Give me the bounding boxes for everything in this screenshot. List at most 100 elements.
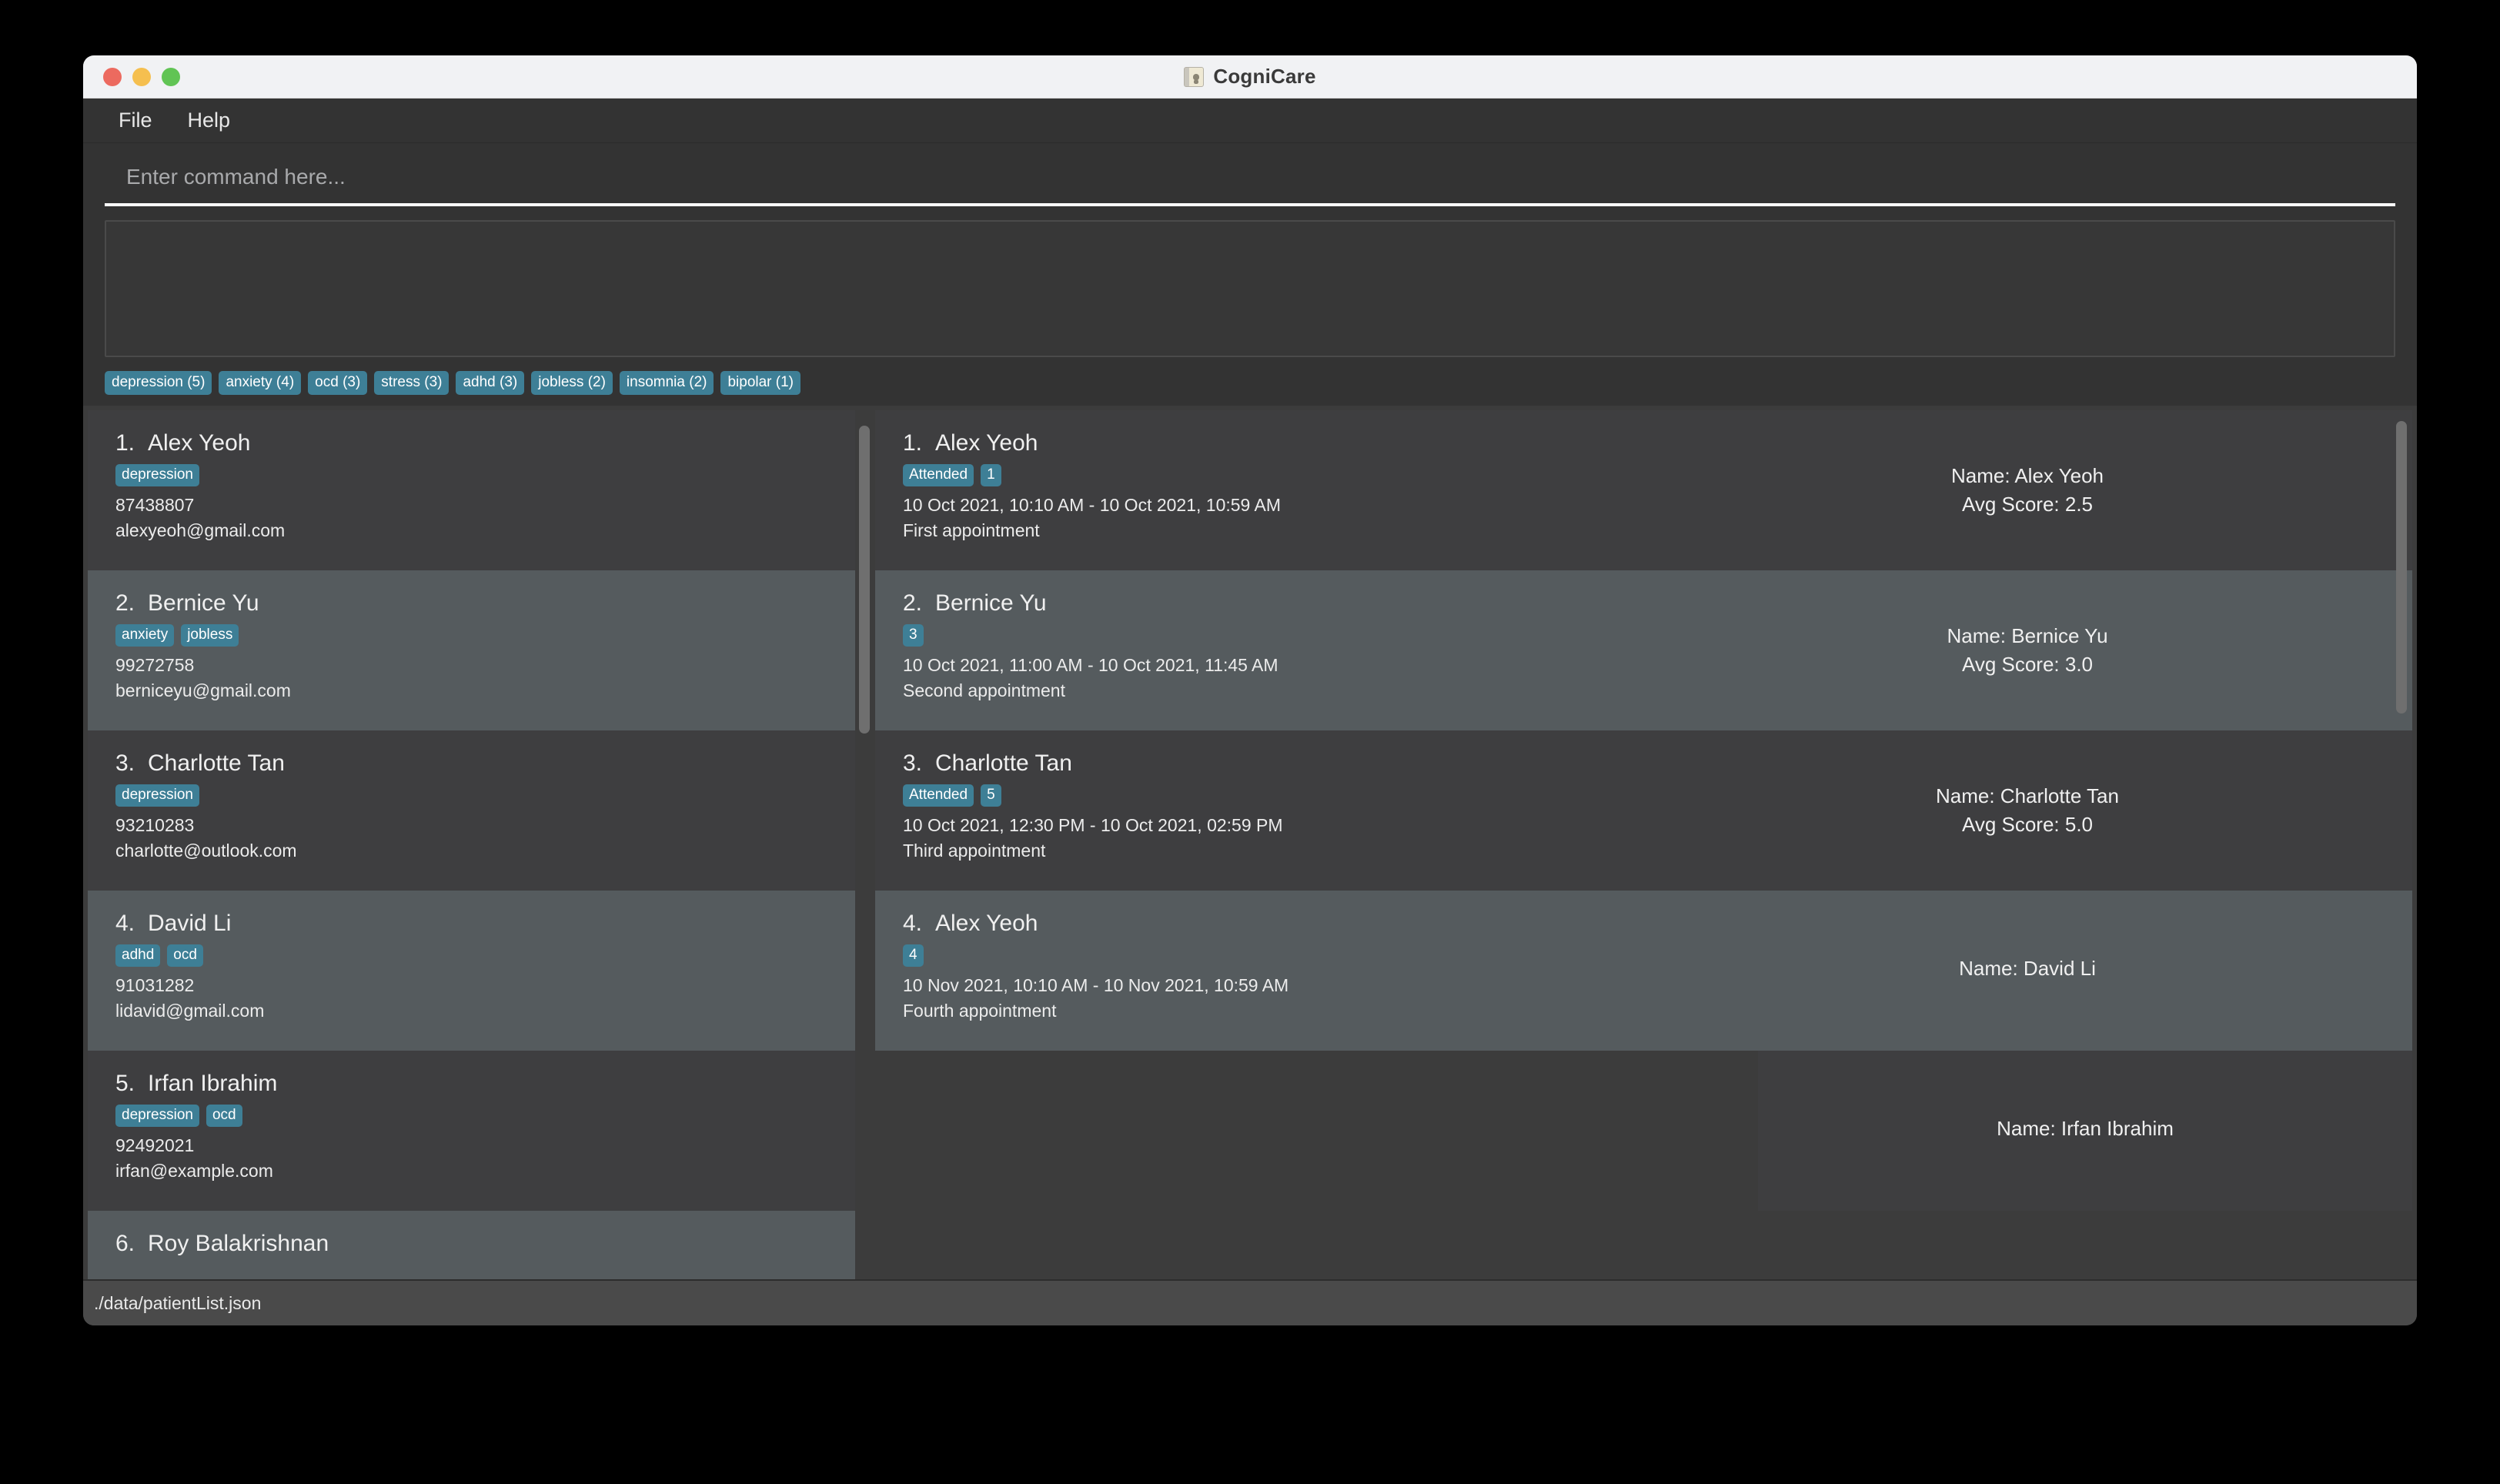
patient-list-item[interactable]: 2.Bernice Yu anxiety jobless 99272758bernic… [88, 570, 855, 730]
patient-list-item[interactable]: 5.Irfan Ibrahim depression ocd 92492021irfa… [88, 1051, 855, 1211]
score-patient-name: Name: Irfan Ibrahim [1997, 1117, 2174, 1141]
score-average-value: Avg Score: 5.0 [1962, 813, 2093, 837]
appointment-patient-name: 2.Bernice Yu [903, 590, 1643, 617]
appointment-list-item[interactable]: 2.Bernice Yu310 Oct 2021, 11:00 AM - 10 … [875, 570, 1643, 730]
menu-item-help[interactable]: Help [175, 104, 243, 137]
tag-filter-chip[interactable]: stress (3) [374, 371, 449, 395]
patient-tag-chip: jobless [181, 624, 239, 647]
score-patient-name: Name: Charlotte Tan [1936, 784, 2119, 808]
patient-score-item[interactable]: Name: Alex YeohAvg Score: 2.5 [1643, 410, 2412, 570]
patient-email: irfan@example.com [115, 1158, 855, 1184]
patient-phone: 87438807 [115, 493, 855, 518]
patient-name: 2.Bernice Yu [115, 590, 855, 617]
patient-list-panel[interactable]: 1.Alex Yeoh depression 87438807alexyeoh@gm… [88, 410, 855, 1288]
patient-score-item[interactable]: Name: David Li [1643, 891, 2412, 1051]
appointment-list-item[interactable]: 3.Charlotte Tan Attended 5 10 Oct 2021, 12:… [875, 730, 1643, 891]
patient-phone: 91031282 [115, 973, 855, 998]
close-button[interactable] [103, 68, 122, 86]
window-titlebar: CogniCare [83, 55, 2417, 99]
appointment-list-item[interactable]: 1.Alex Yeoh Attended 1 10 Oct 2021, 10:10 A… [875, 410, 1643, 570]
patient-phone: 99272758 [115, 653, 855, 678]
patient-tag-chip: ocd [167, 944, 203, 967]
appointment-patient-name: 1.Alex Yeoh [903, 430, 1643, 456]
main-panels: 1.Alex Yeoh depression 87438807alexyeoh@gm… [83, 406, 2417, 1288]
appointment-score-badge: 5 [981, 784, 1001, 807]
tag-filter-chip[interactable]: bipolar (1) [720, 371, 800, 395]
patient-name: 5.Irfan Ibrahim [115, 1071, 855, 1097]
command-area [83, 143, 2417, 206]
patient-score-item[interactable]: Name: Irfan Ibrahim [1758, 1051, 2412, 1211]
scrollbar-thumb[interactable] [2396, 421, 2407, 714]
result-display-area [83, 206, 2417, 368]
patient-tags: adhdocd [115, 944, 855, 967]
patient-email: lidavid@gmail.com [115, 998, 855, 1024]
scrollbar-thumb[interactable] [859, 426, 870, 734]
appointment-timespan: 10 Oct 2021, 12:30 PM - 10 Oct 2021, 02:… [903, 813, 1643, 838]
patient-list-item[interactable]: 1.Alex Yeoh depression 87438807alexyeoh@gm… [88, 410, 855, 570]
tag-filter-chip[interactable]: adhd (3) [456, 371, 524, 395]
appointment-badges: Attended 5 [903, 784, 1643, 807]
patient-tag-chip: ocd [206, 1105, 242, 1127]
patient-email: alexyeoh@gmail.com [115, 518, 855, 543]
patient-score-panel[interactable]: Name: Alex YeohAvg Score: 2.5Name: Berni… [1643, 410, 2412, 1288]
appointment-note: Second appointment [903, 678, 1643, 704]
appointment-score-badge: 1 [981, 464, 1001, 486]
appointment-note: First appointment [903, 518, 1643, 543]
appointment-list-item[interactable]: 4.Alex Yeoh 4 10 Nov 2021, 10:10 AM - 10 N… [875, 891, 1643, 1051]
status-bar: ./data/patientList.json [83, 1279, 2417, 1325]
patient-tag-chip: adhd [115, 944, 160, 967]
appointment-score-badge: 4 [903, 944, 924, 967]
patient-name: 1.Alex Yeoh [115, 430, 855, 456]
patient-tags: depression [115, 784, 855, 807]
contacts-book-icon [1184, 67, 1204, 87]
patient-email: berniceyu@gmail.com [115, 678, 855, 704]
window-title-group: CogniCare [83, 65, 2417, 89]
tag-filter-chip[interactable]: jobless (2) [531, 371, 613, 395]
appointment-timespan: 10 Nov 2021, 10:10 AM - 10 Nov 2021, 10:… [903, 973, 1643, 998]
result-display-box [105, 220, 2395, 357]
menu-bar: File Help [83, 99, 2417, 143]
appointment-badges: 3 [903, 624, 1643, 647]
command-input[interactable] [105, 160, 2395, 206]
appointment-note: Fourth appointment [903, 998, 1643, 1024]
appointment-status-badge: Attended [903, 784, 974, 807]
appointment-patient-name: 4.Alex Yeoh [903, 911, 1643, 937]
minimize-button[interactable] [132, 68, 151, 86]
appointment-note: Third appointment [903, 838, 1643, 864]
score-average-value: Avg Score: 3.0 [1962, 653, 2093, 677]
patient-tag-chip: depression [115, 464, 199, 486]
patient-name: 3.Charlotte Tan [115, 750, 855, 777]
appointment-timespan: 10 Oct 2021, 10:10 AM - 10 Oct 2021, 10:… [903, 493, 1643, 518]
score-patient-name: Name: David Li [1959, 957, 2096, 981]
tag-filter-chip[interactable]: anxiety (4) [219, 371, 301, 395]
patient-list-item[interactable]: 4.David Li adhdocd 91031282lidavid@gmail.c… [88, 891, 855, 1051]
patient-score-item[interactable]: Name: Charlotte Tan Avg Score: 5.0 [1643, 730, 2412, 891]
patient-name: 4.David Li [115, 911, 855, 937]
status-bar-path: ./data/patientList.json [94, 1293, 261, 1314]
patient-tags: depression [115, 464, 855, 486]
patient-email: charlotte@outlook.com [115, 838, 855, 864]
window-title: CogniCare [1213, 65, 1315, 89]
appointment-list-panel[interactable]: 1.Alex Yeoh Attended 1 10 Oct 2021, 10:10 A… [875, 410, 1643, 1288]
patient-phone: 92492021 [115, 1133, 855, 1158]
patient-tags: depression ocd [115, 1105, 855, 1127]
tag-filter-chip[interactable]: ocd (3) [308, 371, 367, 395]
appointment-patient-name: 3.Charlotte Tan [903, 750, 1643, 777]
patient-list-scrollbar[interactable] [857, 410, 872, 1288]
patient-score-item[interactable]: Name: Bernice YuAvg Score: 3.0 [1643, 570, 2412, 730]
score-list-scrollbar[interactable] [2394, 410, 2409, 1288]
menu-item-file[interactable]: File [106, 104, 165, 137]
app-window: CogniCare File Help depression (5) anxiet… [83, 55, 2417, 1325]
patient-tag-chip: depression [115, 784, 199, 807]
appointment-status-badge: Attended [903, 464, 974, 486]
patient-name: 6.Roy Balakrishnan [115, 1231, 855, 1257]
window-controls [103, 68, 180, 86]
patient-tag-chip: anxiety [115, 624, 174, 647]
patient-list-item[interactable]: 3.Charlotte Tan depression 93210283charlot… [88, 730, 855, 891]
tag-filter-chip[interactable]: depression (5) [105, 371, 212, 395]
tag-filter-chip[interactable]: insomnia (2) [620, 371, 714, 395]
appointment-score-badge: 3 [903, 624, 924, 647]
maximize-button[interactable] [162, 68, 180, 86]
patient-phone: 93210283 [115, 813, 855, 838]
patient-tag-chip: depression [115, 1105, 199, 1127]
